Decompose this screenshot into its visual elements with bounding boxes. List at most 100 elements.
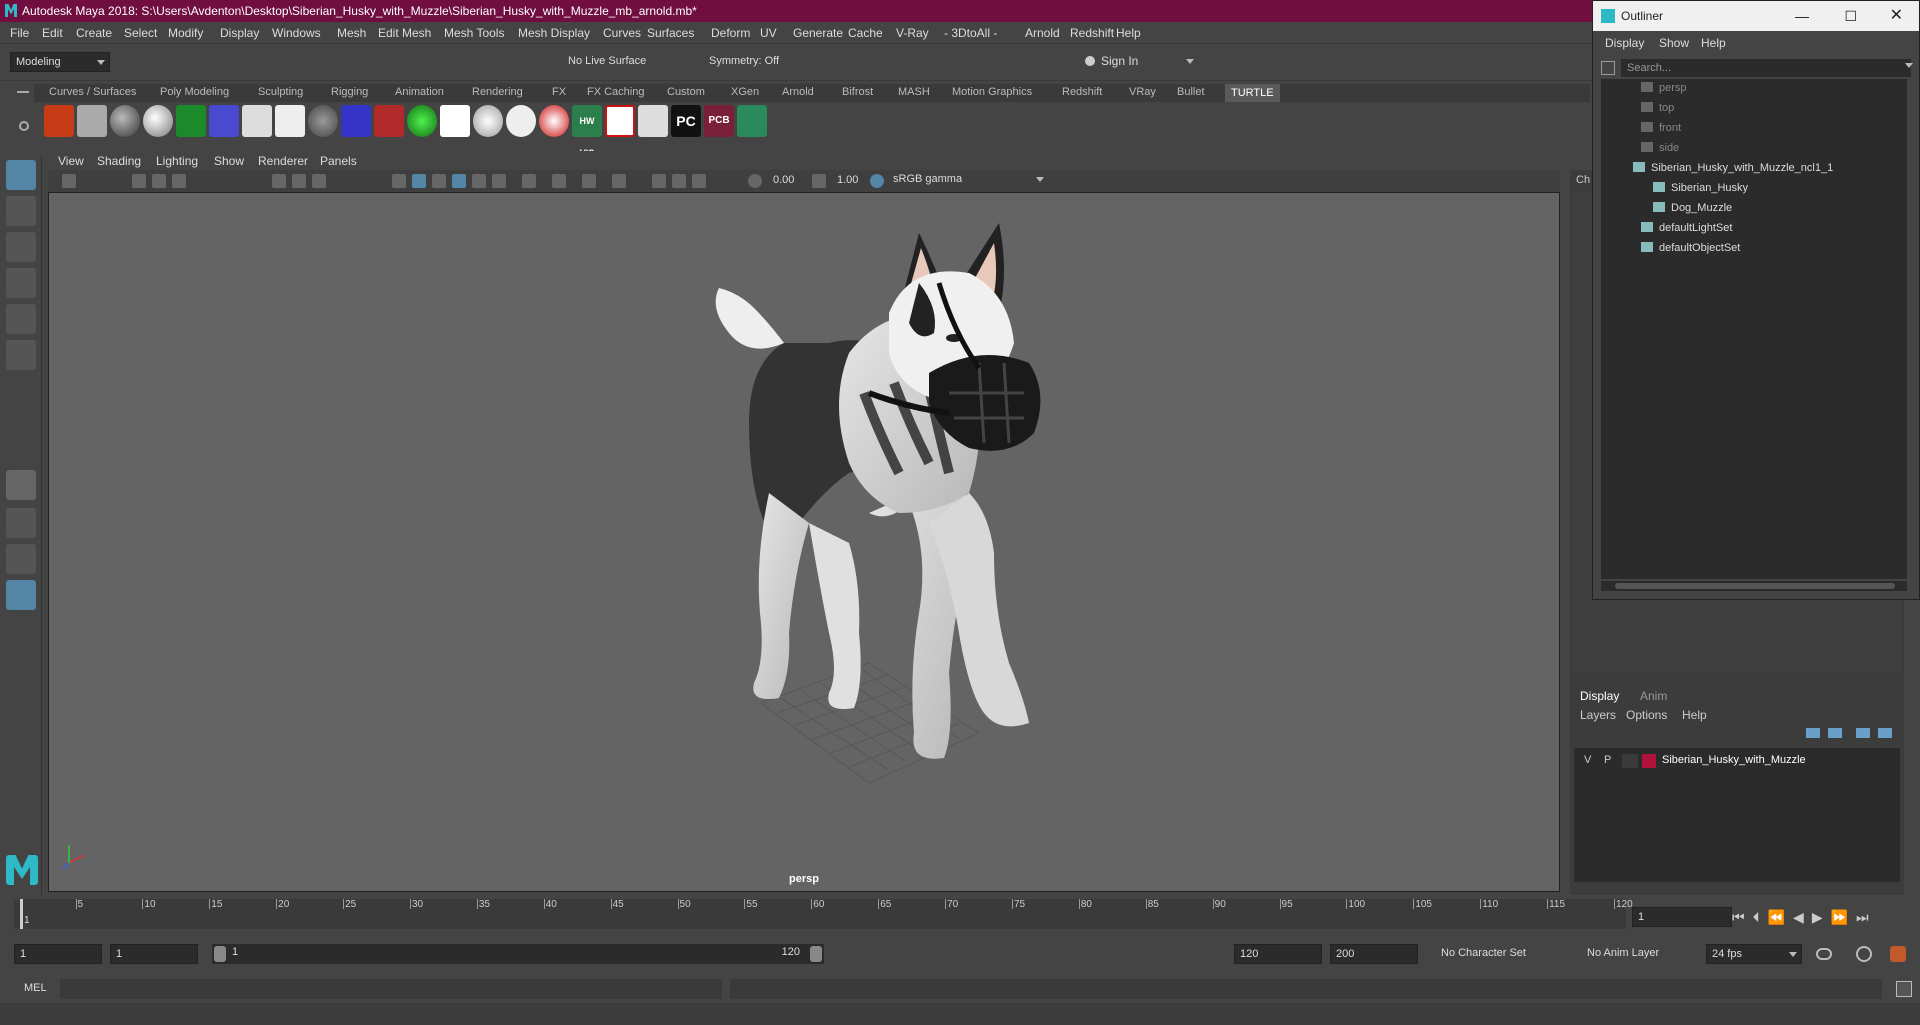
menu-file[interactable]: File [10,26,29,40]
outliner-item[interactable]: Dog_Muzzle [1653,199,1732,217]
paint-select-tool-icon[interactable] [6,232,36,262]
step-key-forward-icon[interactable]: ⏩ [1831,909,1856,925]
outliner-item[interactable]: defaultLightSet [1641,219,1732,237]
outliner-item[interactable]: Siberian_Husky_with_Muzzle_ncl1_1 [1633,159,1833,177]
live-surface-field[interactable]: No Live Surface [563,52,663,72]
menu-display[interactable]: Display [220,26,259,40]
turtle-pcb-icon[interactable]: PCB [704,105,734,137]
turtle-white-shape-icon[interactable] [440,105,470,137]
maximize-icon[interactable]: ☐ [1844,1,1857,31]
select-tool-icon[interactable] [6,160,36,190]
minimize-icon[interactable]: — [1795,1,1809,31]
gamma-field[interactable]: 1.00 [832,171,872,191]
current-frame-field[interactable]: 1 [1632,907,1732,927]
viewport-menu-renderer[interactable]: Renderer [258,154,308,168]
menu-cache[interactable]: Cache [848,26,883,40]
xray-components-icon[interactable] [612,174,626,188]
xray-joints-icon[interactable] [582,174,596,188]
turtle-green-icon[interactable] [176,105,206,137]
turtle-bake-icon[interactable] [44,105,74,137]
range-start-handle[interactable] [214,946,226,962]
two-view-layout-icon[interactable] [6,544,36,574]
exposure-value-icon[interactable] [748,174,762,188]
layer-row[interactable]: V P Siberian_Husky_with_Muzzle [1574,752,1900,770]
layer-color-swatch[interactable] [1642,754,1656,768]
shelf-tab-fx-caching[interactable]: FX Caching [587,86,644,98]
range-end-handle[interactable] [810,946,822,962]
outliner-menu-help[interactable]: Help [1701,36,1726,50]
xray-icon[interactable] [552,174,566,188]
layer-playback-toggle[interactable]: P [1604,754,1611,766]
playback-start-field[interactable]: 1 [110,944,198,964]
channel-box-tab[interactable]: Ch [1576,174,1590,186]
menu-v-ray[interactable]: V-Ray [896,26,929,40]
symmetry-field[interactable]: Symmetry: Off [704,52,804,72]
turtle-hw-vis-icon[interactable]: HW VIS [572,105,602,158]
turtle-red-icon[interactable] [374,105,404,137]
outliner-search-input[interactable]: Search... [1621,59,1911,77]
textured-icon[interactable] [452,174,466,188]
perspective-viewport[interactable]: persp [48,192,1560,892]
play-forward-icon[interactable]: ▶ [1812,909,1831,925]
shelf-tab-rigging[interactable]: Rigging [331,86,368,98]
menu-edit[interactable]: Edit [42,26,63,40]
shelf-tab-motion-graphics[interactable]: Motion Graphics [952,86,1032,98]
turtle-layers-icon[interactable] [638,105,668,137]
menu-mesh-display[interactable]: Mesh Display [518,26,590,40]
menu-layers[interactable]: Layers [1580,708,1616,722]
outliner-item[interactable]: persp [1641,79,1687,97]
shelf-tab-bifrost[interactable]: Bifrost [842,86,873,98]
shelf-tab-turtle[interactable]: TURTLE [1225,84,1280,102]
outliner-menu-show[interactable]: Show [1659,36,1689,50]
view-transform-icon[interactable] [692,174,706,188]
menu-modify[interactable]: Modify [168,26,203,40]
shelf-tab-redshift[interactable]: Redshift [1062,86,1102,98]
outliner-item[interactable]: Siberian_Husky [1653,179,1748,197]
menu-edit-mesh[interactable]: Edit Mesh [378,26,431,40]
turtle-cube-icon[interactable] [77,105,107,137]
turtle-pc-icon[interactable]: PC [671,105,701,137]
fps-select[interactable]: 24 fps [1706,944,1802,964]
turtle-sphere-light-icon[interactable] [143,105,173,137]
turtle-white-sphere-icon[interactable] [473,105,503,137]
grid-icon[interactable] [272,174,286,188]
shelf-settings-icon[interactable] [19,121,29,131]
outliner-hscrollbar[interactable] [1601,581,1907,591]
search-options-icon[interactable] [1905,63,1913,68]
turtle-grey-icon[interactable] [308,105,338,137]
menu-mesh[interactable]: Mesh [337,26,366,40]
move-layer-down-icon[interactable] [1828,728,1842,738]
turtle-cancel-icon[interactable] [605,105,635,137]
time-slider[interactable]: 1 5 10 15 20 25 30 35 40 45 50 55 60 65 70 75 80 85 90 95 1… [0,895,1920,935]
scene-start-field[interactable]: 1 [14,944,102,964]
single-perspective-layout-icon[interactable] [6,470,36,500]
filter-icon[interactable] [1601,61,1615,75]
image-plane-icon[interactable] [172,174,186,188]
film-gate-icon[interactable] [292,174,306,188]
menu-surfaces[interactable]: Surfaces [647,26,694,40]
menu-windows[interactable]: Windows [272,26,321,40]
shelf-tab-vray[interactable]: VRay [1129,86,1156,98]
shelf-menu-icon[interactable] [17,91,29,93]
anim-prefs-icon[interactable] [1890,946,1906,962]
move-tool-icon[interactable] [6,268,36,298]
exposure-field[interactable]: 0.00 [768,171,808,191]
lights-icon[interactable] [472,174,486,188]
turtle-red-sphere-icon[interactable] [539,105,569,137]
menu-deform[interactable]: Deform [711,26,750,40]
outliner-item[interactable]: top [1641,99,1674,117]
go-to-start-icon[interactable]: ⏮ [1732,909,1753,925]
menu-help[interactable]: Help [1682,708,1707,722]
turtle-pattern-icon[interactable] [242,105,272,137]
shelf-tab-custom[interactable]: Custom [667,86,705,98]
color-management-icon[interactable] [870,174,884,188]
wireframe-icon[interactable] [392,174,406,188]
wireframe-on-shaded-icon[interactable] [432,174,446,188]
menu-select[interactable]: Select [124,26,157,40]
color-space-select[interactable]: sRGB gamma [888,171,1048,189]
shelf-tab-bullet[interactable]: Bullet [1177,86,1205,98]
script-language-label[interactable]: MEL [24,982,47,994]
turtle-splotch-icon[interactable] [275,105,305,137]
menu-redshift[interactable]: Redshift [1070,26,1114,40]
turtle-sphere-dark-icon[interactable] [110,105,140,137]
